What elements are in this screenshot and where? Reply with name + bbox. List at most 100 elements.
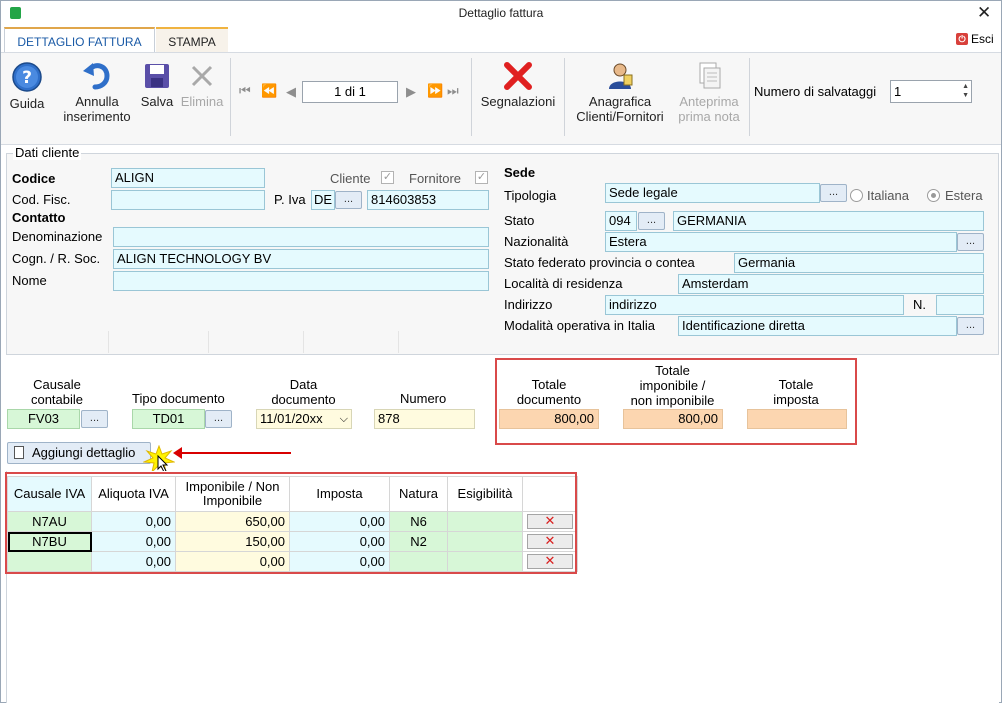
codfisc-label: Cod. Fisc.: [12, 192, 71, 207]
codfisc-field[interactable]: [111, 190, 265, 210]
anagrafica-label-1: Anagrafica: [588, 94, 652, 109]
provincia-field[interactable]: Germania: [734, 253, 984, 273]
help-label: Guida: [9, 96, 45, 111]
italiana-label: Italiana: [867, 188, 909, 203]
anteprima-label-1: Anteprima: [679, 94, 739, 109]
page-indicator[interactable]: 1 di 1: [302, 81, 398, 103]
tab-dettaglio-fattura[interactable]: DETTAGLIO FATTURA: [4, 27, 155, 52]
undo-label-2: inserimento: [63, 109, 131, 124]
numero-documento-field[interactable]: 878: [374, 409, 475, 429]
fornitore-label: Fornitore: [409, 171, 462, 186]
totale-imposta-field[interactable]: [747, 409, 847, 429]
totale-documento-label-2: documento: [516, 392, 582, 407]
prev-page-icon[interactable]: ◀: [286, 84, 296, 100]
click-burst-icon: [143, 445, 175, 473]
tipo-documento-lookup-button[interactable]: ...: [205, 410, 232, 428]
nome-field[interactable]: [113, 271, 489, 291]
undo-icon: [83, 63, 110, 90]
nazionalita-lookup-button[interactable]: ...: [957, 233, 984, 251]
localita-label: Località di residenza: [504, 276, 623, 291]
localita-field[interactable]: Amsterdam: [678, 274, 984, 294]
modalita-label: Modalità operativa in Italia: [504, 318, 656, 333]
cliente-label: Cliente: [330, 171, 371, 186]
totale-imponibile-label-2: imponibile /: [639, 378, 706, 393]
first-page-icon[interactable]: ⏮: [239, 83, 251, 99]
piva-label: P. Iva: [274, 192, 306, 207]
data-documento-label-2: documento: [271, 392, 336, 407]
totale-documento-label-1: Totale: [531, 377, 567, 392]
segnalazioni-button[interactable]: Segnalazioni: [474, 61, 562, 109]
piva-country-field[interactable]: DE: [311, 190, 335, 210]
user-icon: [609, 63, 633, 89]
panel-grid-line: [303, 331, 304, 353]
modalita-lookup-button[interactable]: ...: [957, 317, 984, 335]
piva-country-lookup-button[interactable]: ...: [335, 191, 362, 209]
annotation-arrow: [179, 452, 291, 454]
totale-imposta-label: Totale imposta: [746, 377, 846, 407]
segnalazioni-label: Segnalazioni: [480, 94, 556, 109]
totale-documento-field[interactable]: 800,00: [499, 409, 599, 429]
causale-lookup-button[interactable]: ...: [81, 410, 108, 428]
last-page-icon[interactable]: ⏭: [447, 83, 459, 99]
fornitore-checkbox[interactable]: ✓: [475, 171, 488, 184]
data-documento-value: 11/01/20xx: [260, 411, 323, 426]
next-page-icon[interactable]: ▶: [406, 84, 416, 100]
aggiungi-dettaglio-button[interactable]: Aggiungi dettaglio: [7, 442, 151, 464]
totale-imponibile-label-1: Totale: [655, 363, 690, 378]
numero-civico-field[interactable]: [936, 295, 984, 315]
tipo-documento-label: Tipo documento: [132, 391, 225, 406]
tipo-documento-field[interactable]: TD01: [132, 409, 205, 429]
stato-code-field[interactable]: 094: [605, 211, 637, 231]
modalita-field[interactable]: Identificazione diretta: [678, 316, 957, 336]
toolbar-separator: [471, 58, 472, 136]
causale-contabile-label: Causale contabile: [7, 377, 107, 407]
preview-docs-icon: [699, 62, 721, 89]
undo-insert-button[interactable]: Annulla inserimento: [58, 61, 136, 124]
next-block-icon[interactable]: ⏩: [427, 83, 443, 99]
salvataggi-spinner[interactable]: 1 ▲ ▼: [890, 80, 972, 103]
exit-button[interactable]: ⏻ Esci: [956, 32, 994, 46]
chevron-down-icon[interactable]: ⌵: [340, 410, 348, 428]
cognome-field[interactable]: ALIGN TECHNOLOGY BV: [113, 249, 489, 269]
dati-cliente-title: Dati cliente: [13, 145, 82, 160]
totale-imponibile-field[interactable]: 800,00: [623, 409, 723, 429]
help-button[interactable]: ? Guida: [5, 61, 49, 111]
estera-radio[interactable]: [927, 189, 940, 202]
codice-field[interactable]: ALIGN: [111, 168, 265, 188]
anagrafica-button[interactable]: Anagrafica Clienti/Fornitori: [567, 61, 673, 124]
spinner-arrows-icon[interactable]: ▲ ▼: [962, 82, 969, 100]
delete-record-button[interactable]: Elimina: [178, 61, 226, 109]
help-icon: ?: [12, 62, 42, 92]
stato-lookup-button[interactable]: ...: [638, 212, 665, 230]
data-documento-label: Data documento: [256, 377, 351, 407]
piva-field[interactable]: 814603853: [367, 190, 489, 210]
indirizzo-field[interactable]: indirizzo: [605, 295, 904, 315]
anteprima-button[interactable]: Anteprima prima nota: [674, 61, 744, 124]
tab-stampa[interactable]: STAMPA: [156, 27, 228, 52]
stato-field[interactable]: GERMANIA: [673, 211, 984, 231]
panel-grid-line: [398, 331, 399, 353]
exit-label: Esci: [971, 32, 994, 46]
nazionalita-field[interactable]: Estera: [605, 232, 957, 252]
italiana-radio[interactable]: [850, 189, 863, 202]
data-documento-picker[interactable]: 11/01/20xx ⌵: [256, 409, 352, 429]
tipologia-field[interactable]: Sede legale: [605, 183, 820, 203]
contatto-label: Contatto: [12, 210, 66, 225]
data-documento-label-1: Data: [289, 377, 318, 392]
prev-block-icon[interactable]: ⏪: [261, 83, 277, 99]
totale-imponibile-label: Totale imponibile / non imponibile: [622, 363, 723, 408]
indirizzo-label: Indirizzo: [504, 297, 553, 312]
svg-text:?: ?: [22, 68, 32, 88]
close-icon[interactable]: ✕: [977, 3, 991, 23]
causale-contabile-field[interactable]: FV03: [7, 409, 80, 429]
tipologia-lookup-button[interactable]: ...: [820, 184, 847, 202]
panel-grid-line: [208, 331, 209, 353]
denominazione-field[interactable]: [113, 227, 489, 247]
nome-label: Nome: [12, 273, 47, 288]
save-label: Salva: [140, 94, 174, 109]
document-icon: [14, 446, 24, 459]
save-button[interactable]: Salva: [138, 61, 176, 109]
totale-imposta-label-1: Totale: [778, 377, 814, 392]
aggiungi-dettaglio-label: Aggiungi dettaglio: [32, 445, 136, 460]
cliente-checkbox[interactable]: ✓: [381, 171, 394, 184]
